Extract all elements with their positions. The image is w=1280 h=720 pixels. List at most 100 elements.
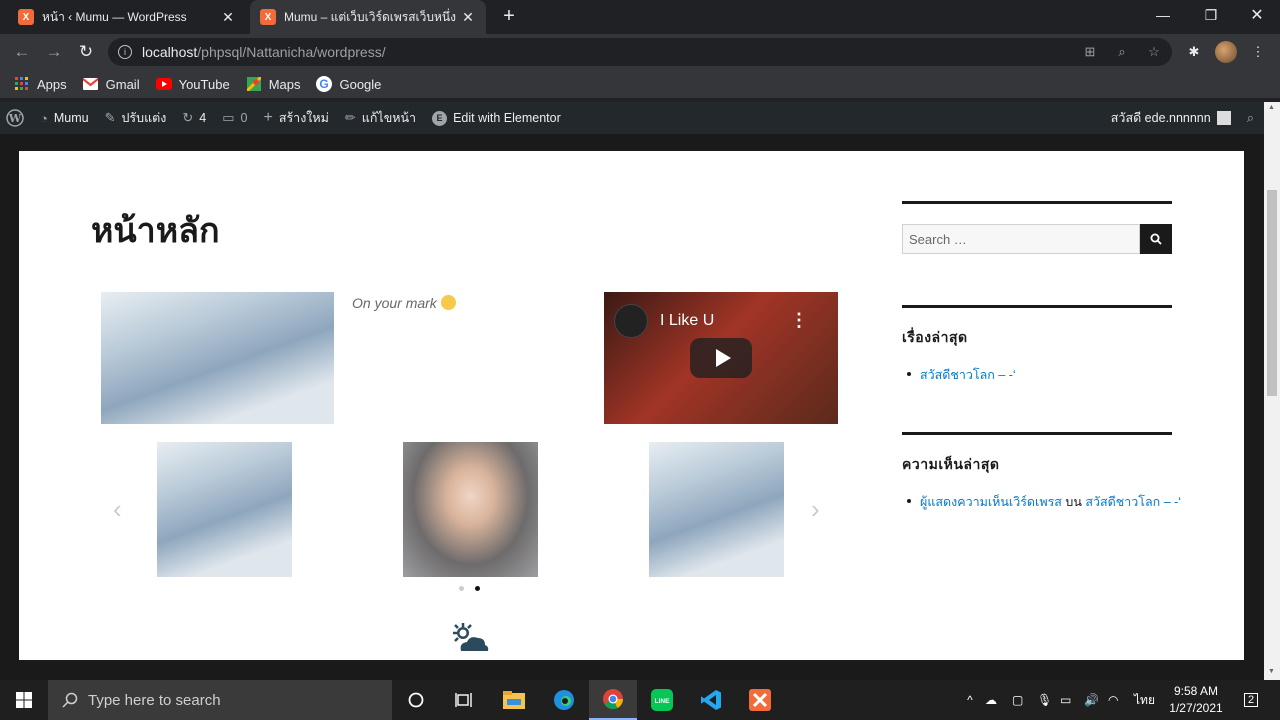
admin-updates[interactable]: ↻ 4 bbox=[174, 102, 214, 134]
bookmark-label: Apps bbox=[37, 76, 67, 92]
carousel-dot[interactable] bbox=[459, 586, 464, 591]
admin-site-name[interactable]: ◔ Mumu bbox=[32, 102, 97, 134]
line-app-icon[interactable]: LINE bbox=[638, 680, 686, 720]
page-scrollbar[interactable]: ▲ ▼ bbox=[1264, 102, 1280, 680]
admin-edit-page[interactable]: ✏ แก้ไขหน้า bbox=[337, 102, 424, 134]
carousel-slide[interactable] bbox=[157, 442, 292, 577]
extensions-icon[interactable]: ✱ bbox=[1186, 44, 1202, 60]
hoodie-image bbox=[101, 292, 334, 424]
address-bar[interactable]: i localhost/phpsql/Nattanicha/wordpress/ bbox=[108, 38, 1172, 66]
list-bullet bbox=[907, 499, 911, 504]
cortana-icon[interactable] bbox=[392, 680, 440, 720]
vscode-icon[interactable] bbox=[687, 680, 735, 720]
windows-start-button[interactable] bbox=[0, 680, 48, 720]
bookmark-maps[interactable]: Maps bbox=[246, 76, 300, 92]
tray-overflow-icon[interactable]: ^ bbox=[962, 680, 978, 720]
search-icon bbox=[1150, 233, 1162, 245]
minimize-icon[interactable]: — bbox=[1140, 0, 1186, 30]
youtube-embed[interactable]: I Like U ⋮ bbox=[604, 292, 838, 424]
phone-icon[interactable]: ▢ bbox=[1012, 680, 1023, 720]
search-button[interactable] bbox=[1140, 224, 1172, 254]
channel-avatar[interactable] bbox=[614, 304, 648, 338]
carousel-dot-active[interactable] bbox=[475, 586, 480, 591]
image-caption: On your mark bbox=[352, 295, 456, 311]
close-tab-icon[interactable]: ✕ bbox=[460, 9, 476, 26]
clock-time: 9:58 AM bbox=[1173, 684, 1219, 698]
tab-mumu-site[interactable]: X Mumu – แต่เว็บเวิร์ดเพรสเว็บหนึ่ง ✕ bbox=[250, 0, 486, 34]
site-info-icon[interactable]: i bbox=[118, 45, 132, 59]
volume-icon[interactable]: 🔊 bbox=[1084, 680, 1099, 720]
admin-comments[interactable]: ▭ 0 bbox=[214, 102, 255, 134]
scroll-down-icon[interactable]: ▼ bbox=[1268, 668, 1275, 675]
site-name-label: Mumu bbox=[53, 111, 89, 125]
chrome-icon[interactable] bbox=[589, 680, 637, 720]
back-icon[interactable]: ← bbox=[10, 40, 34, 64]
carousel-slide[interactable] bbox=[649, 442, 784, 577]
edge-icon[interactable] bbox=[540, 680, 588, 720]
bookmark-youtube[interactable]: YouTube bbox=[155, 76, 230, 92]
tab-wordpress-admin[interactable]: X หน้า ‹ Mumu — WordPress ✕ bbox=[8, 0, 246, 34]
input-language[interactable]: ไทย bbox=[1134, 680, 1155, 720]
recent-posts-border bbox=[902, 305, 1172, 308]
recent-posts-list: สวัสดีชาวโลก – -‘ bbox=[902, 365, 1016, 385]
tab-title: หน้า ‹ Mumu — WordPress bbox=[42, 9, 187, 24]
bookmark-apps[interactable]: Apps bbox=[14, 76, 67, 92]
antivirus-icon[interactable]: ☁ bbox=[985, 680, 997, 720]
taskbar-search[interactable]: Type here to search bbox=[48, 680, 392, 720]
updates-icon: ↻ bbox=[182, 110, 194, 125]
admin-elementor[interactable]: E Edit with Elementor bbox=[424, 102, 569, 134]
bookmarks-bar: Apps Gmail YouTube Maps G Google bbox=[0, 70, 1280, 98]
bookmark-gmail[interactable]: Gmail bbox=[83, 76, 140, 92]
bookmark-label: Gmail bbox=[105, 76, 140, 92]
svg-text:W: W bbox=[8, 112, 22, 125]
translate-icon[interactable]: ⊞ bbox=[1082, 44, 1098, 60]
close-tab-icon[interactable]: ✕ bbox=[220, 9, 236, 26]
reload-icon[interactable]: ↻ bbox=[74, 40, 98, 64]
notification-count: 2 bbox=[1243, 693, 1259, 707]
bookmark-google[interactable]: G Google bbox=[316, 76, 381, 92]
comment-author-link[interactable]: ผู้แสดงความเห็นเวิร์ดเพรส bbox=[920, 495, 1062, 509]
xampp-favicon-icon: X bbox=[260, 9, 276, 25]
video-title[interactable]: I Like U bbox=[660, 312, 714, 330]
bookmark-star-icon[interactable]: ☆ bbox=[1146, 44, 1162, 60]
recent-comments-border bbox=[902, 432, 1172, 435]
scroll-up-icon[interactable]: ▲ bbox=[1268, 104, 1275, 111]
carousel-next-icon[interactable]: › bbox=[811, 494, 820, 525]
play-button[interactable] bbox=[690, 338, 752, 378]
search-icon bbox=[62, 692, 78, 708]
battery-icon[interactable]: ▭ bbox=[1060, 680, 1071, 720]
video-menu-icon[interactable]: ⋮ bbox=[790, 310, 808, 331]
wp-logo-icon[interactable]: W bbox=[0, 102, 32, 134]
elementor-icon: E bbox=[432, 110, 448, 126]
list-bullet bbox=[907, 372, 911, 377]
action-center-icon[interactable]: 2 bbox=[1238, 680, 1264, 720]
new-tab-button[interactable]: + bbox=[498, 5, 520, 28]
menu-kebab-icon[interactable]: ⋮ bbox=[1250, 44, 1266, 60]
dashboard-icon: ◔ bbox=[40, 110, 48, 126]
windows-taskbar: Type here to search LINE ^ ☁ ▢ 🎙 ▭ 🔊 ◠ ไ… bbox=[0, 680, 1280, 720]
zoom-icon[interactable]: ⌕ bbox=[1114, 44, 1130, 60]
restore-icon[interactable]: ❐ bbox=[1188, 0, 1234, 30]
search-input[interactable]: Search … bbox=[902, 224, 1140, 254]
xampp-icon[interactable] bbox=[736, 680, 784, 720]
carousel-slide[interactable] bbox=[403, 442, 538, 577]
admin-customize[interactable]: ✎ ปรับแต่ง bbox=[97, 102, 175, 134]
forward-icon[interactable]: → bbox=[42, 40, 66, 64]
comment-post-link[interactable]: สวัสดีชาวโลก – -‘ bbox=[1085, 495, 1181, 509]
file-explorer-icon[interactable] bbox=[490, 680, 538, 720]
microphone-icon[interactable]: 🎙 bbox=[1037, 680, 1052, 720]
recent-post-link[interactable]: สวัสดีชาวโลก – -‘ bbox=[920, 368, 1016, 382]
admin-new[interactable]: + สร้างใหม่ bbox=[255, 102, 336, 134]
search-widget-border bbox=[902, 201, 1172, 204]
updates-count: 4 bbox=[199, 111, 207, 125]
smile-emoji-icon bbox=[440, 295, 456, 310]
admin-account[interactable]: สวัสดี ede.nnnnnn bbox=[1103, 102, 1239, 134]
carousel-prev-icon[interactable]: ‹ bbox=[113, 494, 122, 525]
wifi-icon[interactable]: ◠ bbox=[1108, 680, 1118, 720]
close-window-icon[interactable]: ✕ bbox=[1234, 0, 1280, 30]
taskbar-clock[interactable]: 9:58 AM 1/27/2021 bbox=[1160, 683, 1232, 717]
taskbar-search-placeholder: Type here to search bbox=[88, 691, 221, 709]
task-view-icon[interactable] bbox=[440, 680, 488, 720]
profile-avatar[interactable] bbox=[1215, 41, 1237, 63]
scrollbar-thumb[interactable] bbox=[1267, 190, 1277, 396]
